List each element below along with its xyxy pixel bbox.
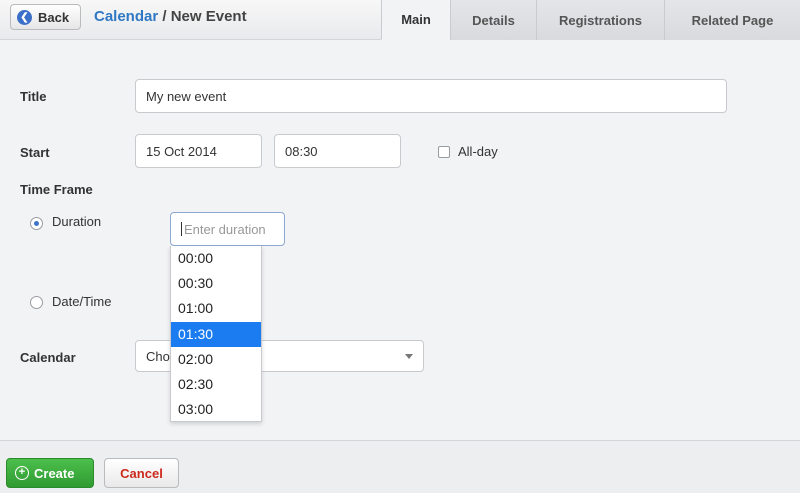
start-time-input[interactable]: 08:30 bbox=[274, 134, 401, 168]
back-button[interactable]: ❮ Back bbox=[10, 4, 81, 30]
allday-label: All-day bbox=[458, 144, 498, 159]
tab-bar: Main Details Registrations Related Page bbox=[381, 0, 800, 40]
calendar-label: Calendar bbox=[20, 350, 76, 365]
back-button-label: Back bbox=[38, 9, 70, 25]
duration-dropdown: 00:00 00:30 01:00 01:30 02:00 02:30 03:0… bbox=[170, 246, 262, 422]
duration-option[interactable]: 02:30 bbox=[171, 372, 261, 397]
create-button[interactable]: + Create bbox=[6, 458, 94, 488]
footer-bar: + Create Cancel bbox=[0, 440, 800, 493]
duration-option[interactable]: 00:30 bbox=[171, 271, 261, 296]
start-label: Start bbox=[20, 145, 50, 160]
tab-details[interactable]: Details bbox=[450, 0, 536, 40]
plus-circle-icon: + bbox=[15, 466, 29, 480]
breadcrumb-separator: / bbox=[158, 8, 171, 25]
breadcrumb: Calendar / New Event bbox=[94, 8, 247, 25]
duration-option[interactable]: 03:00 bbox=[171, 397, 261, 422]
duration-input[interactable]: Enter duration bbox=[170, 212, 285, 246]
duration-label: Duration bbox=[52, 214, 102, 229]
breadcrumb-current: New Event bbox=[170, 8, 247, 25]
back-arrow-icon: ❮ bbox=[17, 9, 32, 25]
duration-radio[interactable] bbox=[30, 217, 43, 230]
cancel-button[interactable]: Cancel bbox=[104, 458, 179, 488]
create-button-label: Create bbox=[34, 465, 75, 481]
tab-related-page[interactable]: Related Page bbox=[664, 0, 800, 40]
text-caret bbox=[181, 222, 182, 236]
calendar-select-value: Cho bbox=[146, 348, 170, 364]
tab-registrations[interactable]: Registrations bbox=[536, 0, 664, 40]
cancel-button-label: Cancel bbox=[120, 465, 163, 481]
title-input[interactable]: My new event bbox=[135, 79, 727, 113]
datetime-label: Date/Time bbox=[52, 294, 112, 309]
duration-option[interactable]: 01:00 bbox=[171, 296, 261, 321]
allday-checkbox[interactable] bbox=[438, 146, 450, 158]
duration-option[interactable]: 00:00 bbox=[171, 246, 261, 271]
chevron-down-icon bbox=[405, 354, 413, 359]
duration-option-highlighted[interactable]: 01:30 bbox=[171, 321, 261, 347]
title-label: Title bbox=[20, 89, 47, 104]
tab-main[interactable]: Main bbox=[381, 0, 450, 40]
top-toolbar: ❮ Back Calendar / New Event Main Details… bbox=[0, 0, 800, 40]
duration-option[interactable]: 02:00 bbox=[171, 347, 261, 372]
breadcrumb-calendar-link[interactable]: Calendar bbox=[94, 8, 158, 25]
time-frame-label: Time Frame bbox=[20, 182, 93, 197]
datetime-radio[interactable] bbox=[30, 296, 43, 309]
start-date-input[interactable]: 15 Oct 2014 bbox=[135, 134, 262, 168]
radio-selected-dot bbox=[34, 221, 39, 226]
duration-placeholder: Enter duration bbox=[184, 221, 266, 237]
